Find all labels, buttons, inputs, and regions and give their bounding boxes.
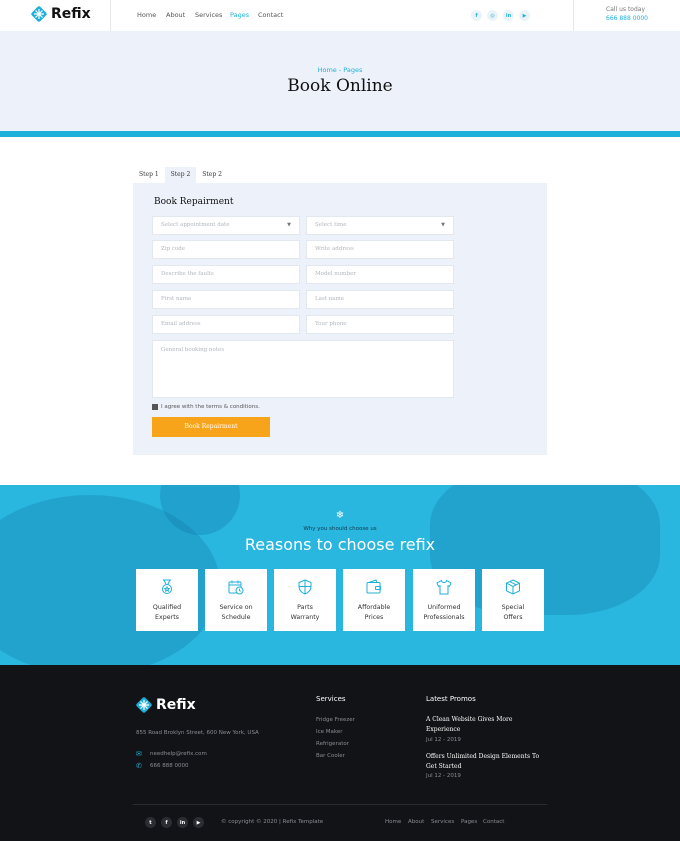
reason-card: Service on Schedule [205, 569, 267, 631]
services-heading: Services [316, 695, 346, 703]
logo-snowflake-icon [31, 6, 47, 22]
snowflake-icon: ❄ [335, 510, 345, 521]
reasons-eyebrow: Why you should choose us [303, 526, 377, 532]
instagram-icon[interactable]: ◎ [487, 10, 498, 21]
tab-step-2[interactable]: Step 2 [164, 167, 197, 183]
book-repairment-button[interactable]: Book Repairment [152, 417, 270, 437]
promo-date: Jul 12 - 2019 [426, 737, 461, 743]
reason-card: Special Offers [482, 569, 544, 631]
promo-link[interactable]: Offers Unlimited Design Elements To Get … [426, 752, 546, 772]
time-placeholder: Select time [315, 222, 347, 228]
footer-nav-home[interactable]: Home [385, 819, 401, 825]
twitter-icon[interactable]: t [145, 817, 156, 828]
brand-name: Refix [51, 6, 91, 22]
medal-icon [162, 579, 172, 594]
header-divider [110, 0, 111, 31]
nav-home[interactable]: Home [137, 11, 156, 19]
phone-icon: ✆ [136, 762, 142, 770]
reason-label: Service on Schedule [219, 604, 253, 621]
reason-card: Affordable Prices [343, 569, 405, 631]
phone-input[interactable]: Your phone [306, 315, 454, 334]
reason-label: Qualified Experts [152, 604, 182, 621]
linkedin-icon[interactable]: in [503, 10, 514, 21]
nav-about[interactable]: About [166, 11, 185, 19]
copyright: © copyright © 2020 | Refix Template [221, 819, 324, 825]
promo-link[interactable]: A Clean Website Gives More Experience [426, 715, 546, 735]
footer-service-link[interactable]: Refrigerator [316, 741, 349, 747]
footer-service-link[interactable]: Ice Maker [316, 729, 343, 735]
youtube-icon[interactable]: ▶ [519, 10, 530, 21]
email-input[interactable]: Email address [152, 315, 300, 334]
footer-email[interactable]: needhelp@refix.com [150, 751, 207, 757]
reason-label: Uniformed Professionals [423, 604, 465, 621]
footer-nav-services[interactable]: Services [431, 819, 454, 825]
footer-brand-logo[interactable]: Refix [136, 697, 196, 713]
reason-card: Parts Warranty [274, 569, 336, 631]
facebook-icon[interactable]: f [161, 817, 172, 828]
facebook-icon[interactable]: f [471, 10, 482, 21]
faults-input[interactable]: Describe the faults [152, 265, 300, 284]
promos-heading: Latest Promos [426, 695, 476, 703]
terms-checkbox[interactable] [152, 404, 158, 410]
footer-nav-about[interactable]: About [408, 819, 424, 825]
reasons-title: Reasons to choose refix [244, 535, 436, 554]
form-title: Book Repairment [154, 197, 234, 207]
appointment-date-placeholder: Select appointment date [161, 222, 230, 228]
header-divider [573, 0, 574, 31]
page-title: Book Online [287, 76, 393, 96]
chevron-down-icon: ▼ [441, 222, 445, 228]
envelope-icon: ✉ [136, 750, 142, 758]
logo-snowflake-icon [136, 697, 152, 713]
chevron-down-icon: ▼ [287, 222, 291, 228]
promo-date: Jul 12 - 2019 [426, 773, 461, 779]
booking-notes-textarea[interactable]: General booking notes [152, 340, 454, 398]
model-number-input[interactable]: Model number [306, 265, 454, 284]
footer-phone[interactable]: 666 888 0000 [150, 763, 189, 769]
nav-contact[interactable]: Contact [258, 11, 283, 19]
shirt-icon [436, 579, 452, 595]
nav-pages[interactable]: Pages [230, 11, 249, 19]
shield-icon [298, 579, 312, 595]
tab-step-3[interactable]: Step 2 [196, 167, 228, 183]
footer-nav-contact[interactable]: Contact [483, 819, 504, 825]
linkedin-icon[interactable]: in [177, 817, 188, 828]
step-tabs: Step 1 Step 2 Step 2 [133, 167, 228, 183]
zip-code-input[interactable]: Zip code [152, 240, 300, 259]
site-header: Refix Home About Services Pages Contact … [0, 0, 680, 31]
footer-divider [133, 804, 547, 805]
brand-logo[interactable]: Refix [31, 6, 91, 22]
calendar-clock-icon [228, 580, 244, 595]
footer-service-link[interactable]: Bar Cooler [316, 753, 345, 759]
reason-card: Uniformed Professionals [413, 569, 475, 631]
nav-services[interactable]: Services [195, 11, 222, 19]
box-icon [506, 579, 520, 595]
footer-brand-name: Refix [156, 697, 196, 713]
reason-label: Parts Warranty [290, 604, 320, 621]
footer-service-link[interactable]: Fridge Freezer [316, 717, 355, 723]
reason-label: Special Offers [501, 604, 525, 621]
address-input[interactable]: Write address [306, 240, 454, 259]
footer-nav-pages[interactable]: Pages [461, 819, 477, 825]
breadcrumb[interactable]: Home - Pages [0, 66, 680, 74]
reason-card: Qualified Experts [136, 569, 198, 631]
youtube-icon[interactable]: ▶ [193, 817, 204, 828]
first-name-input[interactable]: First name [152, 290, 300, 309]
header-phone[interactable]: 666 888 0000 [606, 15, 648, 22]
appointment-date-select[interactable]: Select appointment date ▼ [152, 216, 300, 235]
time-select[interactable]: Select time ▼ [306, 216, 454, 235]
accent-bar [0, 131, 680, 137]
tab-step-1[interactable]: Step 1 [133, 167, 165, 183]
call-label: Call us today [606, 6, 646, 13]
last-name-input[interactable]: Last name [306, 290, 454, 309]
wallet-icon [366, 579, 381, 594]
footer-address: 855 Road Broklyn Street, 600 New York, U… [136, 730, 259, 736]
terms-label: I agree with the terms & conditions. [161, 404, 260, 410]
reason-label: Affordable Prices [357, 604, 391, 621]
